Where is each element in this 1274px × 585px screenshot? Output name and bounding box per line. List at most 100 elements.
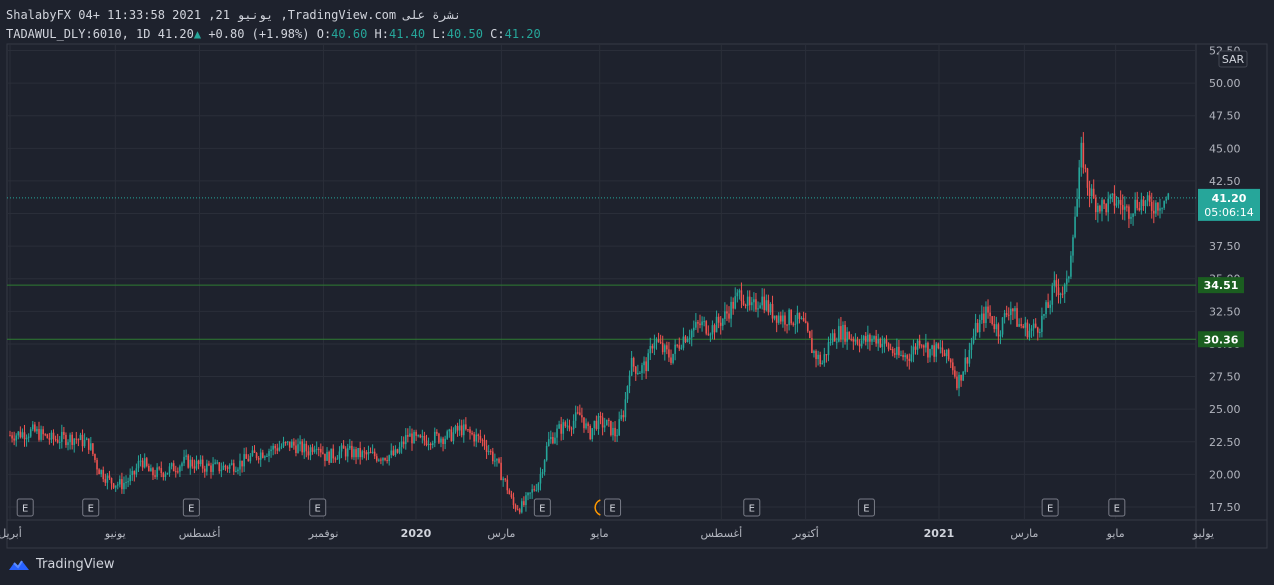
currency-label: SAR <box>1222 53 1245 66</box>
footer-brand[interactable]: TradingView <box>8 557 115 572</box>
candle-body <box>392 450 395 455</box>
candle-body <box>516 509 519 511</box>
candle-body <box>139 460 142 462</box>
earnings-marker-label: E <box>1047 504 1053 515</box>
tradingview-logo-icon <box>9 559 29 570</box>
y-tick-label: 50.00 <box>1209 77 1241 90</box>
candle-body <box>145 458 148 466</box>
candle-body <box>108 475 111 479</box>
candle-body <box>670 357 672 363</box>
candle-body <box>533 489 536 491</box>
candle-body <box>844 324 846 342</box>
candle-body <box>637 373 639 375</box>
candle-body <box>699 323 701 326</box>
candle-body <box>792 323 795 325</box>
candle-body <box>255 452 258 458</box>
candle-body <box>531 489 533 493</box>
candle-body <box>568 425 571 429</box>
candle-body <box>191 459 194 467</box>
candle-body <box>707 333 710 335</box>
candle-body <box>1115 203 1118 206</box>
candle-body <box>978 319 981 333</box>
candle-body <box>883 339 886 344</box>
candle-body <box>199 459 202 465</box>
candle-body <box>65 434 67 446</box>
candle-body <box>877 338 880 344</box>
candle-body <box>566 425 569 427</box>
x-tick-label: أغسطس <box>701 526 743 540</box>
candle-body <box>1086 168 1089 188</box>
candle-body <box>1063 284 1066 294</box>
y-tick-label: 45.00 <box>1209 142 1241 155</box>
candle-body <box>110 478 113 484</box>
candle-body <box>452 432 455 441</box>
candle-body <box>746 296 749 306</box>
candle-body <box>336 458 339 460</box>
candle-body <box>440 438 442 443</box>
candle-body <box>121 479 123 490</box>
candle-body <box>365 452 368 455</box>
candle-body <box>164 474 167 477</box>
candle-body <box>185 455 187 457</box>
y-tick-label: 47.50 <box>1209 110 1241 123</box>
earnings-marker-label: E <box>188 504 194 515</box>
candle-body <box>63 431 65 435</box>
candle-body <box>831 333 834 342</box>
candle-body <box>187 455 189 468</box>
candle-body <box>340 445 343 452</box>
candle-body <box>695 322 697 328</box>
candle-body <box>502 478 504 481</box>
candle-body <box>523 501 525 506</box>
candle-body <box>1134 199 1136 214</box>
candle-body <box>421 435 424 438</box>
candle-body <box>27 436 30 438</box>
candle-body <box>864 336 867 342</box>
candle-body <box>740 290 743 301</box>
candle-body <box>317 448 320 450</box>
candle-body <box>881 343 884 347</box>
candle-body <box>361 451 364 458</box>
candle-body <box>398 447 401 453</box>
candle-body <box>508 490 511 495</box>
candle-body <box>935 343 938 357</box>
candle-body <box>751 302 753 306</box>
candle-body <box>525 495 527 506</box>
candle-body <box>941 347 944 354</box>
candle-body <box>1016 308 1018 327</box>
candle-body <box>842 324 844 340</box>
candle-body <box>887 343 890 349</box>
candle-body <box>467 429 469 431</box>
candle-body <box>201 459 204 469</box>
candle-body <box>684 336 687 342</box>
candle-body <box>920 345 923 347</box>
candle-body <box>1132 213 1134 217</box>
x-tick-label: أكتوبر <box>791 526 818 540</box>
candle-body <box>666 345 668 350</box>
candle-body <box>576 412 579 414</box>
candle-body <box>819 354 821 365</box>
x-tick-label: أغسطس <box>179 526 221 540</box>
candle-body <box>622 415 625 418</box>
candle-body <box>618 419 620 436</box>
candle-body <box>77 439 80 441</box>
candle-body <box>925 342 927 348</box>
candle-body <box>13 438 15 441</box>
candle-body <box>769 304 772 313</box>
candle-body <box>444 438 446 445</box>
candle-body <box>1099 205 1101 212</box>
y-tick-label: 17.50 <box>1209 501 1241 514</box>
candle-body <box>429 443 432 446</box>
candle-body <box>587 423 589 426</box>
candle-body <box>425 440 428 446</box>
price-chart[interactable]: 17.5020.0022.5025.0027.5030.0032.5035.00… <box>0 0 1274 585</box>
candle-body <box>976 322 979 333</box>
candle-body <box>786 324 788 326</box>
candle-body <box>989 312 991 317</box>
candle-body <box>593 420 596 429</box>
candle-body <box>15 435 18 441</box>
candle-body <box>949 359 952 363</box>
candle-body <box>927 342 929 358</box>
candle-body <box>902 354 904 358</box>
candle-body <box>491 451 494 462</box>
candle-body <box>960 374 962 381</box>
